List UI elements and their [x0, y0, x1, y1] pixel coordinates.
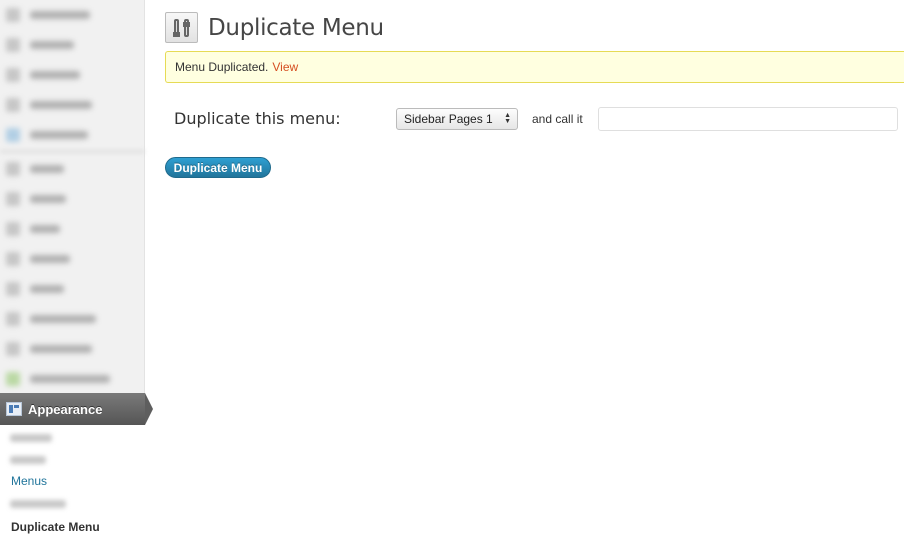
duplicate-form: Duplicate this menu: Sidebar Pages 1 ▲ ▼ … [165, 107, 904, 131]
menu-icon [6, 372, 20, 386]
call-it-label: and call it [532, 112, 583, 126]
sidebar-item-blurred[interactable] [6, 338, 126, 360]
selected-menu-value: Sidebar Pages 1 [404, 112, 493, 126]
submenu-item-blurred[interactable] [10, 456, 46, 464]
menu-icon [6, 98, 20, 112]
sidebar-item-blurred[interactable] [6, 248, 126, 270]
sidebar-item-blurred[interactable] [6, 34, 126, 56]
menu-icon [6, 38, 20, 52]
main-content: Duplicate Menu Menu Duplicated. View Dup… [165, 0, 904, 539]
menu-icon [6, 282, 20, 296]
source-menu-select[interactable]: Sidebar Pages 1 ▲ ▼ [396, 108, 518, 130]
menu-icon [6, 192, 20, 206]
submenu-item-duplicate-menu[interactable]: Duplicate Menu [0, 515, 145, 539]
sidebar-item-blurred[interactable] [6, 94, 126, 116]
duplicate-menu-label: Duplicate this menu: [174, 109, 341, 128]
sidebar-item-blurred[interactable] [6, 278, 126, 300]
duplicate-menu-button[interactable]: Duplicate Menu [165, 157, 271, 178]
sidebar-item-blurred[interactable] [6, 124, 126, 146]
sidebar-item-appearance[interactable]: Appearance [0, 393, 153, 425]
sidebar-item-blurred[interactable] [6, 64, 126, 86]
sidebar-item-blurred[interactable] [6, 218, 126, 240]
menu-icon [6, 68, 20, 82]
menu-icon [6, 312, 20, 326]
new-menu-name-input[interactable] [598, 107, 898, 131]
menu-icon [6, 8, 20, 22]
submenu-item-menus[interactable]: Menus [11, 474, 47, 488]
menu-icon [6, 252, 20, 266]
page-header: Duplicate Menu [165, 12, 384, 43]
admin-sidebar: Appearance Menus Duplicate Menu [0, 0, 153, 539]
submenu-item-blurred[interactable] [10, 434, 52, 442]
menu-icon [6, 342, 20, 356]
notice-message: Menu Duplicated. [175, 60, 269, 74]
sidebar-item-blurred[interactable] [6, 368, 126, 390]
update-notice: Menu Duplicated. View [165, 51, 904, 83]
menu-icon [6, 128, 20, 142]
page-title: Duplicate Menu [208, 14, 384, 41]
view-menu-link[interactable]: View [272, 60, 298, 74]
appearance-icon [6, 402, 22, 416]
menu-icon [6, 162, 20, 176]
sidebar-item-blurred[interactable] [6, 4, 126, 26]
sidebar-item-blurred[interactable] [6, 158, 126, 180]
sidebar-item-blurred[interactable] [6, 188, 126, 210]
select-arrows-icon: ▲ ▼ [504, 112, 511, 125]
tools-icon [165, 12, 198, 43]
sidebar-separator [0, 150, 145, 153]
sidebar-item-blurred[interactable] [6, 308, 126, 330]
sidebar-item-label: Appearance [28, 401, 103, 417]
submenu-item-blurred[interactable] [10, 500, 66, 508]
menu-icon [6, 222, 20, 236]
